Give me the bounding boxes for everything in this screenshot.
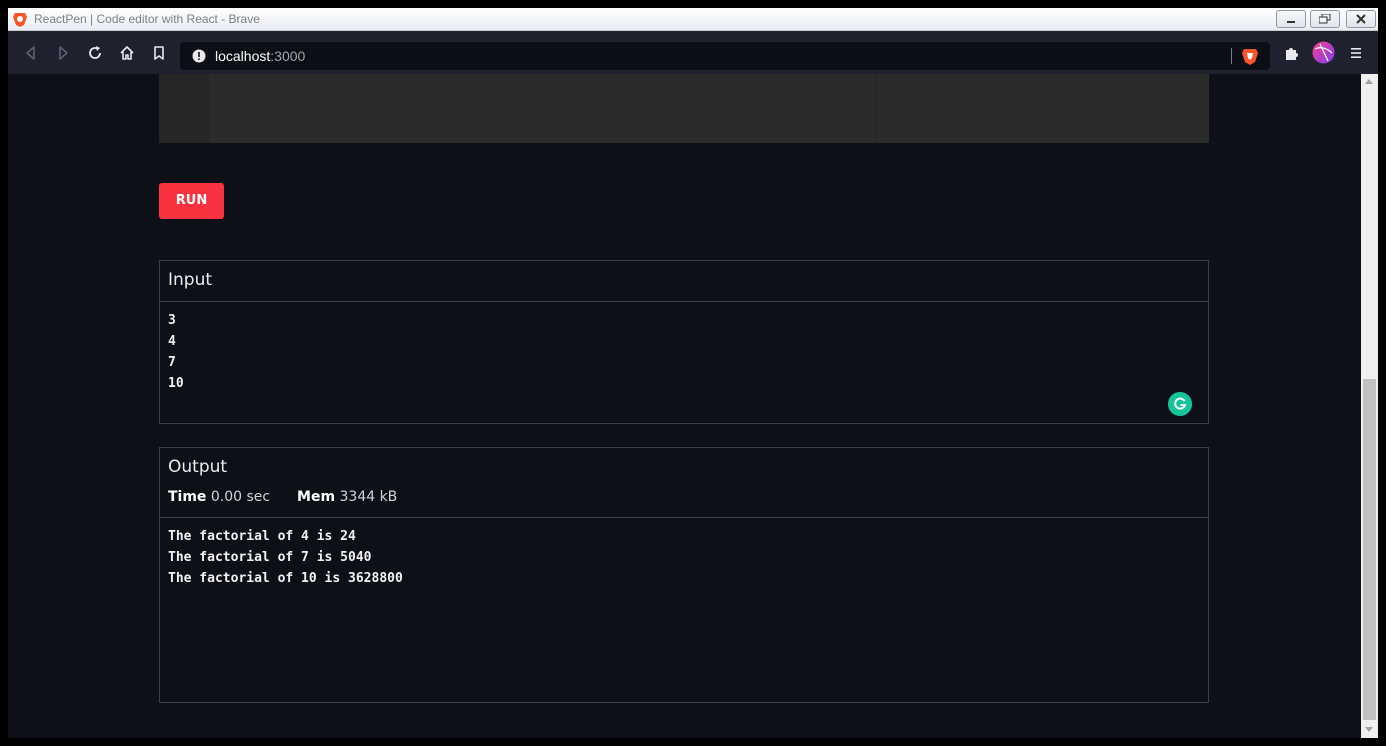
address-bar[interactable]: localhost:3000 bbox=[180, 42, 1270, 70]
code-editor[interactable] bbox=[159, 74, 1209, 143]
mem-value: 3344 kB bbox=[339, 489, 398, 505]
url-host: localhost bbox=[215, 48, 271, 64]
browser-window: ReactPen | Code editor with React - Brav… bbox=[8, 8, 1378, 738]
run-button[interactable]: RUN bbox=[159, 183, 224, 219]
title-bar: ReactPen | Code editor with React - Brav… bbox=[8, 8, 1378, 31]
url-port: :3000 bbox=[270, 48, 306, 64]
output-stats: Time 0.00 sec Mem 3344 kB bbox=[168, 489, 397, 505]
minimize-button[interactable] bbox=[1276, 10, 1306, 28]
menu-icon[interactable] bbox=[1347, 44, 1365, 62]
info-icon[interactable] bbox=[192, 49, 206, 63]
input-line: 7 bbox=[168, 355, 176, 370]
input-line: 3 bbox=[168, 313, 176, 328]
window-title: ReactPen | Code editor with React - Brav… bbox=[34, 12, 260, 26]
page-content: RUN Input 3 4 7 10 Output Time 0.00 sec bbox=[8, 74, 1361, 738]
reload-icon[interactable] bbox=[86, 44, 104, 62]
mem-label: Mem bbox=[297, 489, 336, 505]
url-text: localhost:3000 bbox=[215, 48, 305, 64]
home-icon[interactable] bbox=[118, 44, 136, 62]
output-line: The factorial of 10 is 3628800 bbox=[168, 571, 403, 586]
input-panel: Input 3 4 7 10 bbox=[159, 260, 1209, 424]
output-title: Output bbox=[168, 457, 228, 477]
output-text: The factorial of 4 is 24 The factorial o… bbox=[168, 526, 403, 589]
time-value: 0.00 sec bbox=[210, 489, 271, 505]
input-textarea[interactable]: 3 4 7 10 bbox=[168, 310, 184, 394]
close-button[interactable] bbox=[1346, 10, 1376, 28]
profile-avatar[interactable] bbox=[1312, 41, 1335, 64]
vertical-scrollbar[interactable] bbox=[1361, 74, 1378, 738]
scroll-thumb[interactable] bbox=[1363, 379, 1376, 720]
output-line: The factorial of 7 is 5040 bbox=[168, 550, 372, 565]
grammarly-icon[interactable] bbox=[1168, 392, 1192, 416]
output-line: The factorial of 4 is 24 bbox=[168, 529, 356, 544]
editor-gutter bbox=[159, 74, 209, 143]
output-panel: Output Time 0.00 sec Mem 3344 kB The fac… bbox=[159, 447, 1209, 703]
output-header: Output Time 0.00 sec Mem 3344 kB bbox=[160, 448, 1208, 518]
minimize-icon bbox=[1287, 21, 1295, 23]
time-label: Time bbox=[168, 489, 207, 505]
back-icon[interactable] bbox=[22, 44, 40, 62]
extensions-icon[interactable] bbox=[1282, 44, 1300, 62]
restore-icon bbox=[1319, 14, 1331, 24]
brave-shield-icon[interactable] bbox=[1242, 47, 1258, 65]
scroll-down-arrow-icon[interactable] bbox=[1365, 727, 1373, 732]
scroll-up-arrow-icon[interactable] bbox=[1365, 79, 1373, 84]
brave-logo-icon bbox=[13, 13, 27, 27]
input-header: Input bbox=[160, 261, 1208, 302]
input-line: 4 bbox=[168, 334, 176, 349]
bookmark-icon[interactable] bbox=[150, 44, 168, 62]
close-icon bbox=[1356, 14, 1366, 24]
input-title: Input bbox=[168, 270, 213, 290]
address-bar-separator bbox=[1231, 48, 1232, 64]
editor-divider bbox=[875, 74, 876, 143]
restore-button[interactable] bbox=[1310, 10, 1340, 28]
forward-icon[interactable] bbox=[54, 44, 72, 62]
input-line: 10 bbox=[168, 376, 184, 391]
